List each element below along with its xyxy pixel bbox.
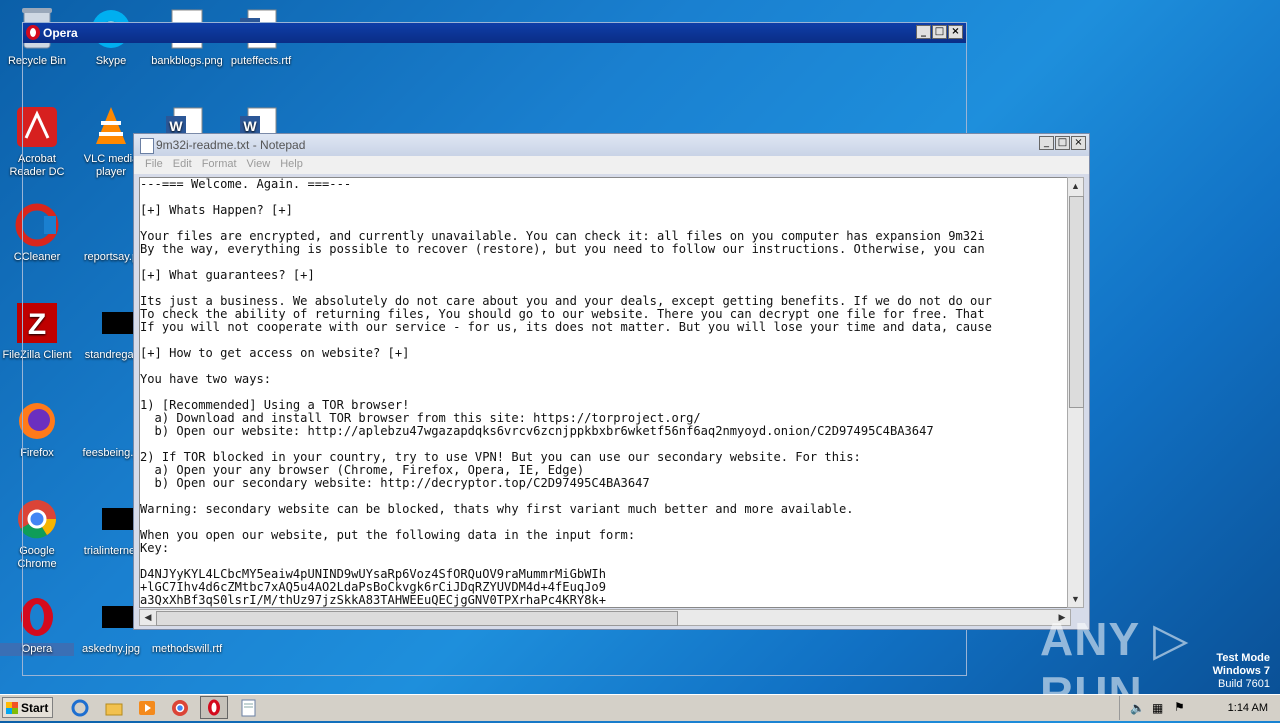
opera-taskbar-button[interactable] <box>200 696 228 719</box>
network-icon[interactable]: ▦ <box>1152 701 1163 715</box>
watermark-line3: Build 7601 <box>1218 678 1270 690</box>
notepad-taskbar-icon[interactable] <box>238 698 258 718</box>
scroll-down-icon[interactable]: ▼ <box>1068 591 1083 607</box>
horizontal-scrollbar[interactable]: ◀ ▶ <box>139 609 1071 626</box>
opera-window-controls: _ □ × <box>916 25 963 39</box>
opera-logo-icon <box>26 25 40 40</box>
start-label: Start <box>21 701 49 715</box>
minimize-button[interactable]: _ <box>916 25 931 39</box>
notepad-window[interactable]: 9m32i-readme.txt - Notepad _ □ × File Ed… <box>133 133 1090 630</box>
notepad-titlebar[interactable]: 9m32i-readme.txt - Notepad _ □ × <box>134 134 1089 156</box>
opera-titlebar[interactable]: Opera _ □ × <box>23 23 966 43</box>
scroll-up-icon[interactable]: ▲ <box>1068 178 1083 194</box>
explorer-icon[interactable] <box>104 698 124 718</box>
system-tray: 🔈 ▦ ⚑ 1:14 AM <box>1119 696 1280 720</box>
windows-logo-icon <box>6 702 18 714</box>
maximize-button[interactable]: □ <box>932 25 947 39</box>
test-mode-watermark: Test Mode Windows 7 Build 7601 <box>1213 652 1270 691</box>
scroll-left-icon[interactable]: ◀ <box>140 610 156 625</box>
media-player-icon[interactable] <box>137 698 157 718</box>
notepad-title: 9m32i-readme.txt - Notepad <box>156 138 306 152</box>
menu-edit[interactable]: Edit <box>168 156 197 174</box>
vertical-scrollbar[interactable]: ▲ ▼ <box>1067 177 1084 608</box>
horizontal-scroll-thumb[interactable] <box>156 611 678 626</box>
ie-icon[interactable] <box>70 698 90 718</box>
notepad-window-controls: _ □ × <box>1039 136 1086 150</box>
watermark-line1: Test Mode <box>1216 652 1270 664</box>
action-center-flag-icon[interactable]: ⚑ <box>1174 700 1185 714</box>
menu-view[interactable]: View <box>242 156 276 174</box>
menu-help[interactable]: Help <box>275 156 308 174</box>
start-button[interactable]: Start <box>2 697 53 718</box>
vertical-scroll-thumb[interactable] <box>1069 196 1084 408</box>
speaker-icon[interactable]: 🔈 <box>1130 701 1145 715</box>
notepad-menubar: File Edit Format View Help <box>134 156 1089 174</box>
menu-file[interactable]: File <box>140 156 168 174</box>
chrome-taskbar-icon[interactable] <box>170 698 190 718</box>
clock[interactable]: 1:14 AM <box>1228 702 1268 714</box>
watermark-line2: Windows 7 <box>1212 665 1270 677</box>
close-button[interactable]: × <box>948 25 963 39</box>
maximize-button[interactable]: □ <box>1055 136 1070 150</box>
taskbar: Start 🔈 ▦ ⚑ 1:14 AM <box>0 694 1280 721</box>
notepad-icon <box>140 138 154 154</box>
minimize-button[interactable]: _ <box>1039 136 1054 150</box>
opera-title: Opera <box>43 26 78 40</box>
notepad-content: ---=== Welcome. Again. ===--- [+] Whats … <box>140 177 992 607</box>
menu-format[interactable]: Format <box>197 156 242 174</box>
close-button[interactable]: × <box>1071 136 1086 150</box>
notepad-text-area[interactable]: ---=== Welcome. Again. ===--- [+] Whats … <box>139 177 1071 608</box>
